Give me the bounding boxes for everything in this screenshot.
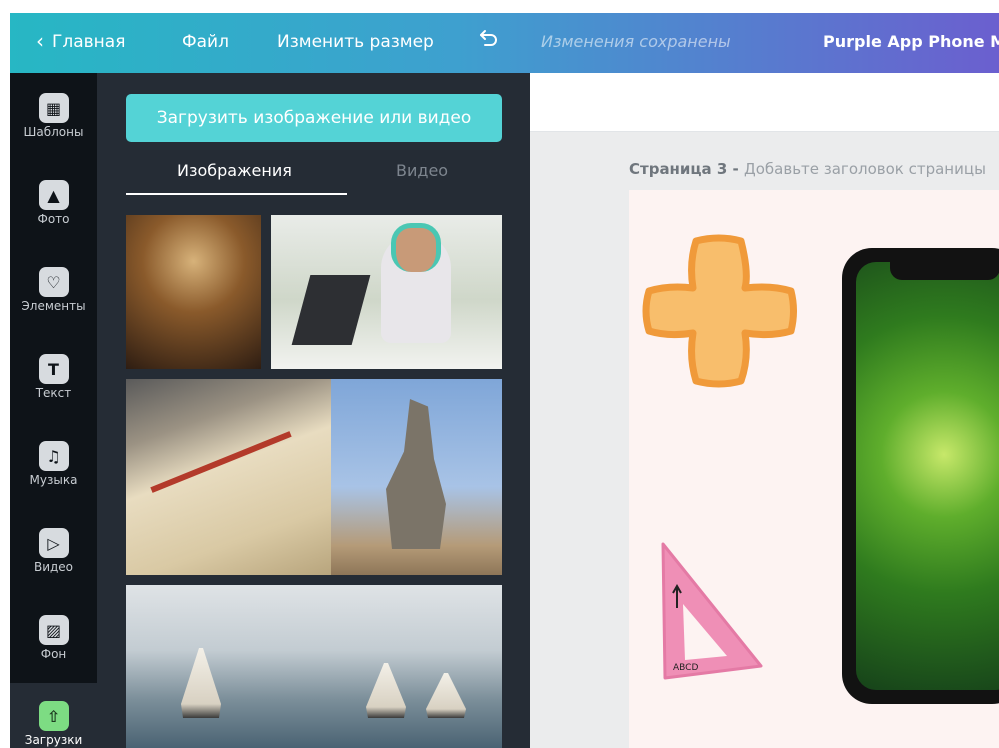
uploads-panel: Загрузить изображение или видео Изображе… xyxy=(97,73,530,748)
chevron-left-icon: ‹ xyxy=(36,29,44,53)
rail-item-uploads[interactable]: ⇧ Загрузки xyxy=(10,683,97,748)
image-thumbnail[interactable] xyxy=(126,379,331,575)
upload-media-button[interactable]: Загрузить изображение или видео xyxy=(126,94,502,142)
rail-item-templates[interactable]: ▦ Шаблоны xyxy=(10,93,97,139)
laptop-shape xyxy=(291,275,371,345)
templates-icon: ▦ xyxy=(38,93,69,123)
file-menu[interactable]: Файл xyxy=(182,32,229,52)
page-number: Страница 3 - xyxy=(629,160,745,178)
save-status: Изменения сохранены xyxy=(541,32,731,51)
upload-cloud-icon: ⇧ xyxy=(38,701,69,731)
home-button[interactable]: ‹ Главная xyxy=(36,29,126,53)
home-label: Главная xyxy=(52,32,126,52)
image-thumbnail[interactable] xyxy=(331,379,502,575)
rail-label: Шаблоны xyxy=(23,125,84,139)
svg-text:ABCD: ABCD xyxy=(673,663,698,673)
rail-label: Элементы xyxy=(21,299,86,313)
image-thumbnail[interactable] xyxy=(271,215,502,369)
phone-notch xyxy=(890,262,999,280)
headphones-shape xyxy=(391,223,441,272)
phone-mockup[interactable] xyxy=(842,248,999,704)
image-thumbnail[interactable] xyxy=(126,215,261,369)
active-tab-indicator xyxy=(126,193,347,195)
rail-label: Фото xyxy=(37,212,70,226)
music-icon: ♫ xyxy=(38,441,69,471)
left-rail: ▦ Шаблоны ▲ Фото ♡ Элементы T Текст ♫ Му… xyxy=(10,73,97,683)
tab-images[interactable]: Изображения xyxy=(177,161,292,180)
rail-label: Текст xyxy=(35,386,72,400)
rail-label: Загрузки xyxy=(24,733,83,747)
triangle-ruler-sticker[interactable]: ABCD xyxy=(657,538,767,688)
document-title[interactable]: Purple App Phone Mo xyxy=(823,32,999,51)
page-label: Страница 3 - Добавьте заголовок страницы xyxy=(629,160,986,178)
rail-label: Видео xyxy=(33,560,74,574)
resize-button[interactable]: Изменить размер xyxy=(277,32,434,52)
text-icon: T xyxy=(38,354,69,384)
undo-button[interactable] xyxy=(477,27,501,56)
ship-shape xyxy=(181,648,221,718)
canvas-area: Страница 3 - Добавьте заголовок страницы… xyxy=(530,132,999,748)
editor-toolbar xyxy=(530,73,999,132)
rail-item-elements[interactable]: ♡ Элементы xyxy=(10,267,97,313)
monument-shape xyxy=(386,399,446,549)
plus-sticker[interactable] xyxy=(641,233,797,389)
undo-icon xyxy=(480,30,497,46)
page-title-input[interactable]: Добавьте заголовок страницы xyxy=(744,160,986,178)
ship-shape xyxy=(426,673,466,718)
video-icon: ▷ xyxy=(38,528,69,558)
ship-shape xyxy=(366,663,406,718)
rail-label: Музыка xyxy=(29,473,78,487)
document-stripe xyxy=(150,431,292,493)
rail-item-photo[interactable]: ▲ Фото xyxy=(10,180,97,226)
background-icon: ▨ xyxy=(38,615,69,645)
top-bar: ‹ Главная Файл Изменить размер Изменения… xyxy=(10,13,999,73)
rail-item-text[interactable]: T Текст xyxy=(10,354,97,400)
rail-item-video[interactable]: ▷ Видео xyxy=(10,528,97,574)
phone-screen-image xyxy=(856,262,999,690)
rail-label: Фон xyxy=(40,647,67,661)
rail-item-music[interactable]: ♫ Музыка xyxy=(10,441,97,487)
photo-icon: ▲ xyxy=(38,180,69,210)
design-page[interactable]: ABCD xyxy=(629,190,999,748)
tab-video[interactable]: Видео xyxy=(396,161,448,180)
image-thumbnail[interactable] xyxy=(126,585,502,748)
rail-item-background[interactable]: ▨ Фон xyxy=(10,615,97,661)
elements-icon: ♡ xyxy=(38,267,69,297)
